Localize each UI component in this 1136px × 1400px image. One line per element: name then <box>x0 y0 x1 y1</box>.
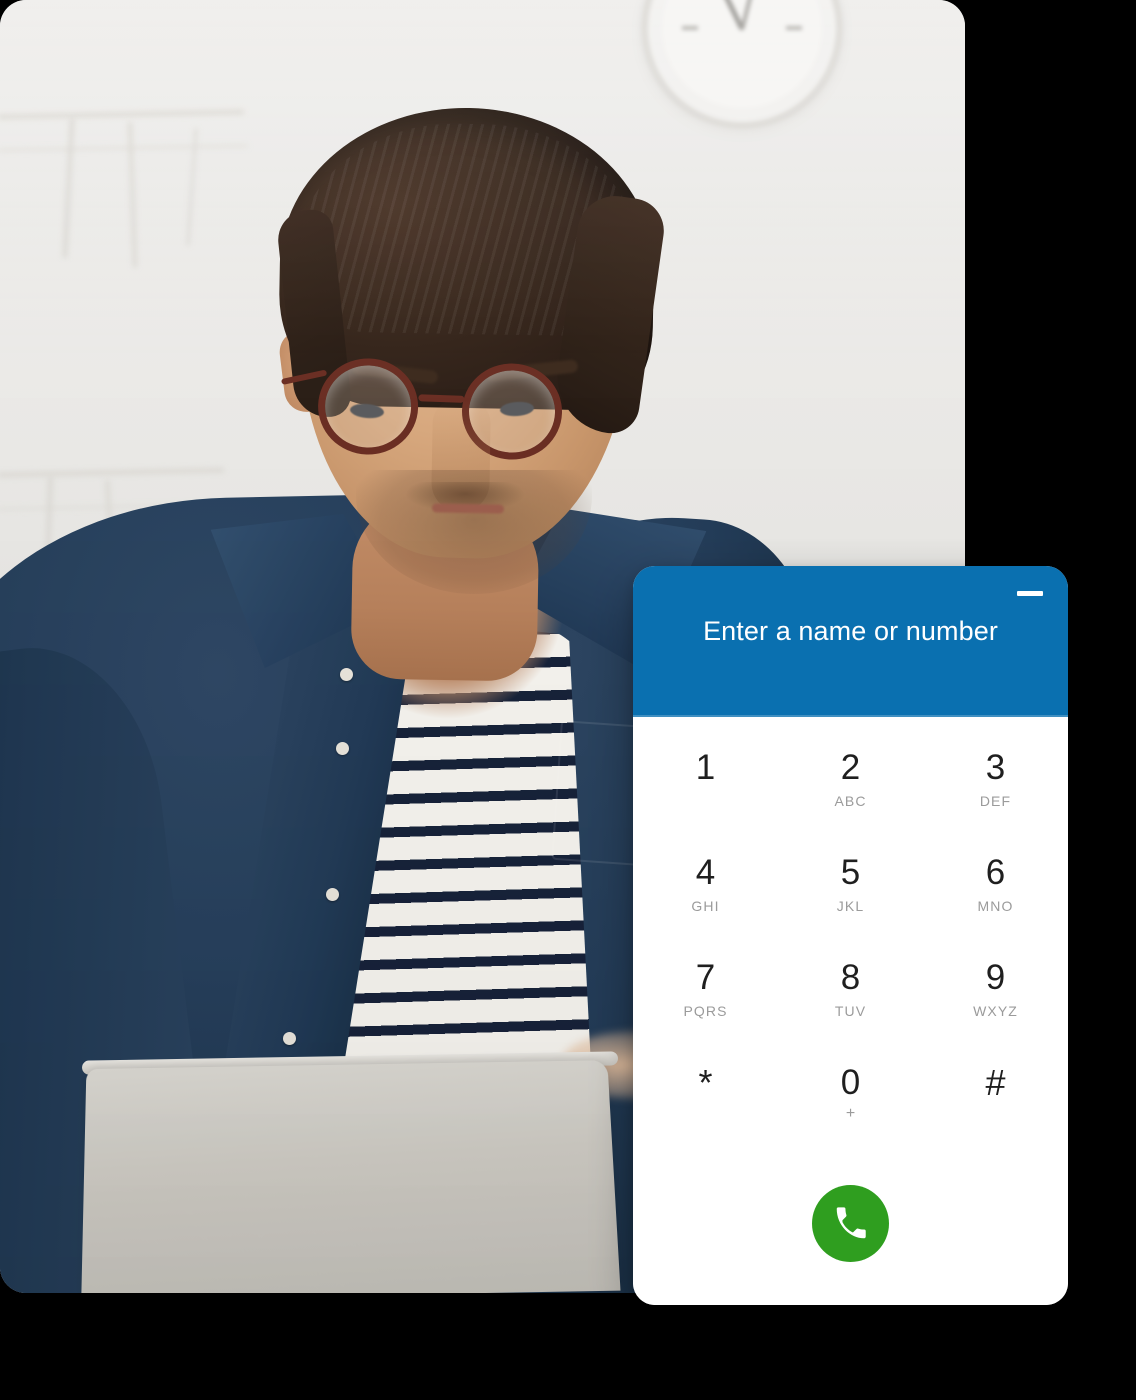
key-digit: 0 <box>840 1063 861 1102</box>
call-button[interactable] <box>812 1185 889 1262</box>
dialpad-key-8[interactable]: 8 TUV <box>778 953 923 1058</box>
shirt-button <box>326 888 339 901</box>
key-letters: ABC <box>834 793 867 809</box>
key-digit: * <box>698 1062 713 1103</box>
dialpad-keys: 1 2 ABC 3 DEF 4 GHI 5 JKL 6 MNO 7 PQRS 8… <box>633 743 1068 1163</box>
phone-handset-icon <box>836 1206 866 1238</box>
key-digit: 1 <box>695 748 716 787</box>
key-letters: TUV <box>834 1003 867 1019</box>
key-digit: # <box>985 1062 1006 1103</box>
key-letters: PQRS <box>683 1003 728 1019</box>
dialpad-key-0[interactable]: 0 + <box>778 1058 923 1163</box>
key-digit: 4 <box>695 853 716 892</box>
shirt-button <box>336 742 349 755</box>
key-digit: 2 <box>840 748 861 787</box>
call-button-row <box>633 1185 1068 1262</box>
key-letters: + <box>845 1105 856 1122</box>
screenshot-root: Enter a name or number 1 2 ABC 3 DEF 4 G… <box>0 0 1136 1400</box>
dialpad-header: Enter a name or number <box>633 566 1068 717</box>
minimize-icon <box>1017 590 1043 596</box>
dialpad-key-1[interactable]: 1 <box>633 743 778 848</box>
shirt-button <box>340 668 353 681</box>
dialpad-title: Enter a name or number <box>703 616 998 646</box>
dialpad-key-2[interactable]: 2 ABC <box>778 743 923 848</box>
laptop <box>81 1060 621 1293</box>
dialpad-body: 1 2 ABC 3 DEF 4 GHI 5 JKL 6 MNO 7 PQRS 8… <box>633 717 1068 1305</box>
key-digit: 8 <box>840 958 861 997</box>
dialpad-key-4[interactable]: 4 GHI <box>633 848 778 953</box>
dialpad-key-6[interactable]: 6 MNO <box>923 848 1068 953</box>
key-letters: MNO <box>977 898 1014 914</box>
key-digit: 3 <box>985 748 1006 787</box>
glasses-lens-left <box>316 356 420 457</box>
dialpad-key-hash[interactable]: # <box>923 1058 1068 1163</box>
dialpad-key-star[interactable]: * <box>633 1058 778 1163</box>
dialpad-key-9[interactable]: 9 WXYZ <box>923 953 1068 1058</box>
mouth <box>431 503 505 514</box>
key-digit: 5 <box>840 853 861 892</box>
key-letters: JKL <box>836 898 865 914</box>
minimize-button[interactable] <box>1014 580 1046 606</box>
shirt-button <box>283 1032 296 1045</box>
key-digit: 7 <box>695 958 716 997</box>
dialpad-key-7[interactable]: 7 PQRS <box>633 953 778 1058</box>
key-digit: 6 <box>985 853 1006 892</box>
key-letters: DEF <box>979 793 1012 809</box>
dialpad-key-3[interactable]: 3 DEF <box>923 743 1068 848</box>
dialpad-panel: Enter a name or number 1 2 ABC 3 DEF 4 G… <box>633 566 1068 1305</box>
dialpad-key-5[interactable]: 5 JKL <box>778 848 923 953</box>
key-letters: WXYZ <box>973 1003 1018 1019</box>
key-digit: 9 <box>985 958 1006 997</box>
key-letters: GHI <box>691 898 720 914</box>
